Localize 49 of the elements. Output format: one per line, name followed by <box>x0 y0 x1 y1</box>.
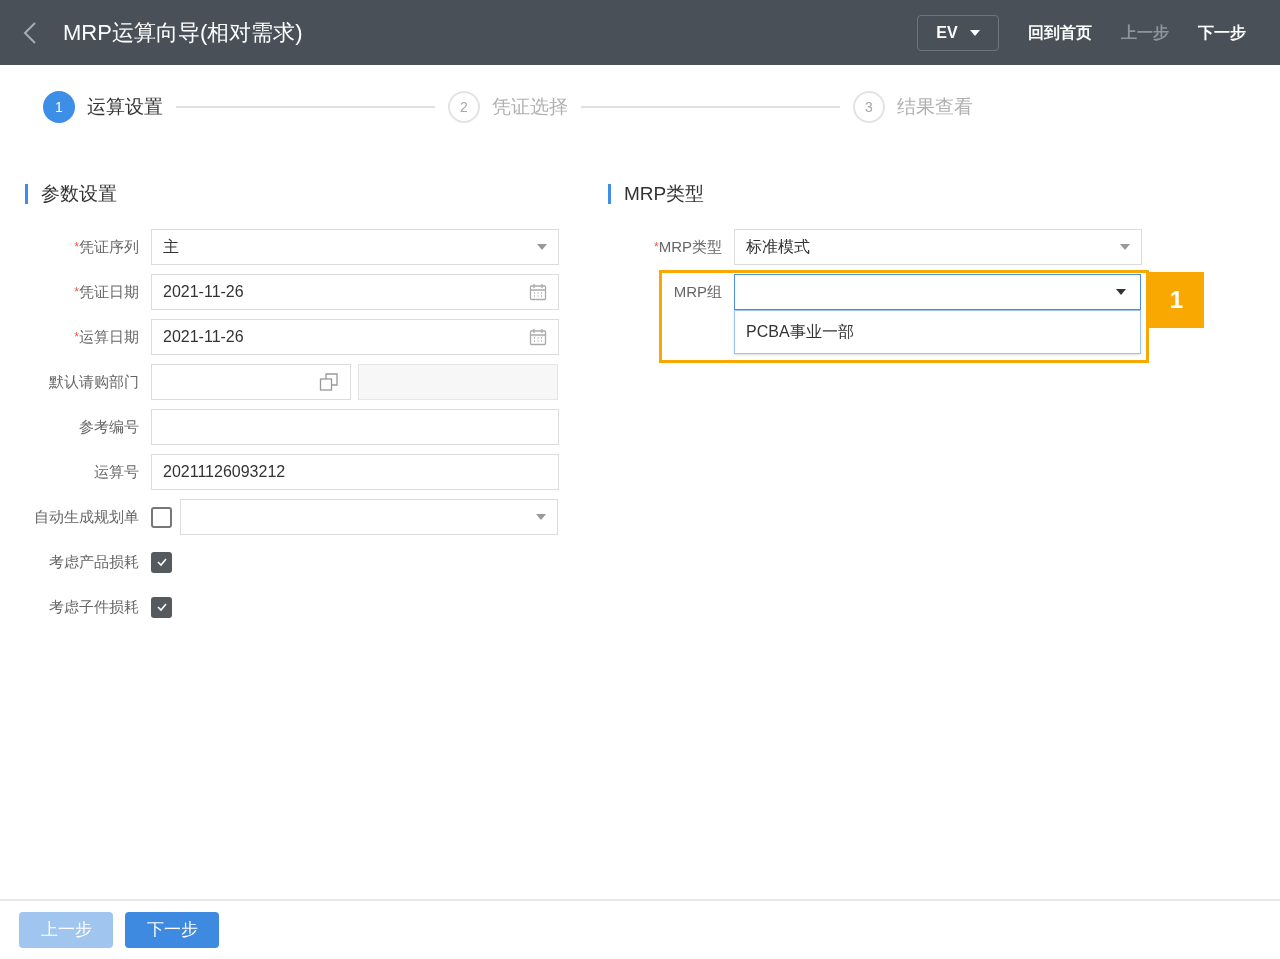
checkbox[interactable] <box>151 596 172 618</box>
step-label: 结果查看 <box>897 94 973 119</box>
page-title: MRP运算向导(相对需求) <box>63 19 303 47</box>
field-label: 凭证序列 <box>79 238 139 255</box>
calendar-icon <box>529 283 547 301</box>
section-title: 参数设置 <box>41 181 117 206</box>
step-label: 运算设置 <box>87 94 163 119</box>
footer-button[interactable]: 下一步 <box>125 912 219 948</box>
caret-icon <box>1116 289 1126 295</box>
nav-link[interactable]: 回到首页 <box>1028 20 1092 45</box>
copy-icon <box>319 372 339 392</box>
checkbox[interactable] <box>151 551 172 573</box>
language-dropdown[interactable]: EV <box>917 14 999 51</box>
field-label: 自动生成规划单 <box>34 508 139 525</box>
caret-icon <box>1120 244 1130 250</box>
field-label: 考虑产品损耗 <box>49 553 139 570</box>
nav-link[interactable]: 下一步 <box>1198 20 1246 45</box>
callout-badge: 1 <box>1149 272 1204 328</box>
date-field[interactable]: 2021-11-26 <box>151 274 559 310</box>
field-label: MRP组 <box>673 283 722 300</box>
required-mark: * <box>74 330 79 344</box>
calendar-icon <box>529 328 547 346</box>
input-field[interactable]: 20211126093212 <box>151 454 559 490</box>
picker-field[interactable] <box>151 364 351 400</box>
date-field[interactable]: 2021-11-26 <box>151 319 559 355</box>
select-field[interactable]: 标准模式 <box>734 229 1142 265</box>
checkbox[interactable] <box>151 506 172 528</box>
field-label: 凭证日期 <box>79 283 139 300</box>
field-label: 默认请购部门 <box>49 373 139 390</box>
field-label: 运算日期 <box>79 328 139 345</box>
field-label: MRP类型 <box>658 238 722 255</box>
required-mark: * <box>74 240 79 254</box>
required-mark: * <box>654 240 659 254</box>
required-mark: * <box>74 285 79 299</box>
back-icon[interactable] <box>22 20 38 45</box>
caret-icon <box>537 244 547 250</box>
section-title: MRP类型 <box>624 181 705 206</box>
dropdown-option[interactable]: PCBA事业一部 <box>735 313 1140 351</box>
field-label: 参考编号 <box>79 418 139 435</box>
select-field[interactable]: 主 <box>151 229 559 265</box>
section-marker <box>608 184 611 204</box>
caret-icon <box>969 29 980 36</box>
field-label: 考虑子件损耗 <box>49 598 139 615</box>
section-marker <box>25 184 28 204</box>
field-label: 运算号 <box>94 463 139 480</box>
caret-icon <box>536 514 546 520</box>
step-label: 凭证选择 <box>492 94 568 119</box>
input-field[interactable] <box>151 409 559 445</box>
select-field[interactable] <box>734 274 1141 310</box>
